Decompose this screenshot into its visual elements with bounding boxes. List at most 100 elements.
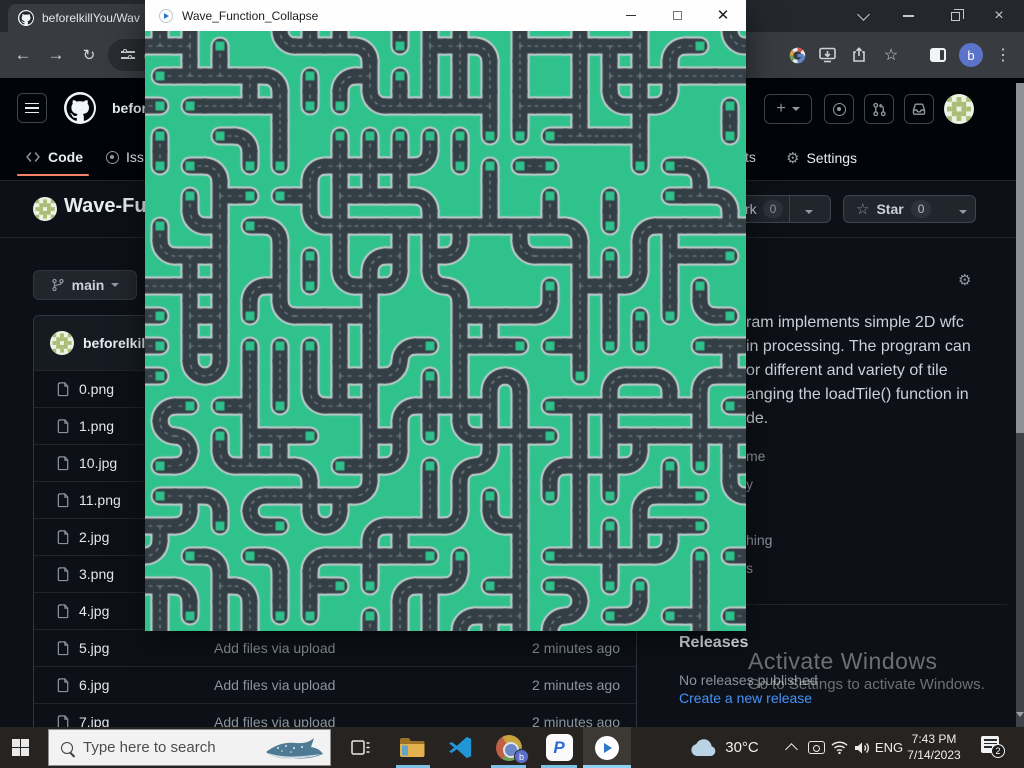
bookmark-star-button[interactable]: ☆ [876, 40, 906, 70]
file-icon [56, 529, 71, 545]
page-title[interactable]: Wave-Fu [64, 195, 147, 218]
file-name[interactable]: 2.jpg [79, 529, 109, 545]
scrollbar[interactable] [1016, 83, 1024, 727]
file-explorer-button[interactable] [393, 727, 431, 768]
avatar-initial: b [959, 43, 983, 67]
weather-temp[interactable]: 30°C [722, 727, 762, 768]
scrollbar-thumb[interactable] [1016, 83, 1024, 433]
wfc-maximize-button[interactable] [654, 0, 700, 31]
about-line: anging the loadTile() function in [746, 383, 1016, 407]
chrome-button[interactable]: b [490, 727, 528, 768]
about-meta-fragment: me [746, 448, 765, 464]
inbox-header-button[interactable] [904, 94, 934, 124]
table-row[interactable]: 5.jpgAdd files via upload2 minutes ago [34, 629, 636, 666]
branch-selector[interactable]: main [33, 270, 137, 300]
file-name[interactable]: 4.jpg [79, 603, 109, 619]
wfc-app-window[interactable]: Wave_Function_Collapse ✕ [145, 0, 746, 631]
profile-avatar[interactable]: b [956, 40, 986, 70]
browser-minimize-button[interactable] [890, 0, 926, 32]
commit-author[interactable]: beforelkill [83, 335, 149, 351]
taskbar-search[interactable]: Type here to search [48, 729, 331, 766]
reload-button[interactable]: ↻ [74, 41, 104, 69]
start-button[interactable] [12, 739, 29, 756]
commit-author-avatar[interactable] [50, 331, 74, 355]
tab-settings-label: Settings [806, 150, 857, 166]
repo-owner-avatar[interactable] [33, 197, 57, 221]
forward-button[interactable]: → [41, 41, 71, 69]
clock[interactable]: 7:43 PM 7/14/2023 [902, 731, 966, 763]
wfc-minimize-button[interactable] [608, 0, 654, 31]
create-new-button[interactable]: + [764, 94, 812, 124]
about-meta-fragment: y [746, 476, 753, 492]
file-name[interactable]: 6.jpg [79, 677, 109, 693]
back-button[interactable]: ← [8, 41, 38, 69]
weather-button[interactable] [686, 727, 720, 768]
clock-date: 7/14/2023 [902, 747, 966, 763]
vscode-button[interactable] [443, 727, 477, 768]
task-view-button[interactable] [345, 727, 375, 768]
github-favicon-icon [18, 10, 34, 26]
tray-expand-button[interactable] [780, 727, 802, 768]
about-line: in processing. The program can [746, 335, 1016, 359]
processing-button[interactable]: P [542, 727, 576, 768]
issue-icon [106, 151, 119, 164]
file-name[interactable]: 1.png [79, 418, 114, 434]
releases-heading[interactable]: Releases [679, 634, 748, 652]
google-profile-button[interactable] [782, 40, 812, 70]
notification-badge: 2 [991, 744, 1005, 758]
activate-windows-subtext: Go to Settings to activate Windows. [748, 676, 985, 693]
browser-menu-button[interactable]: ⋮ [988, 40, 1018, 70]
commit-message[interactable]: Add files via upload [214, 714, 335, 727]
file-name[interactable]: 3.png [79, 566, 114, 582]
hamburger-menu-button[interactable] [17, 93, 47, 123]
install-button[interactable] [812, 40, 842, 70]
commit-message[interactable]: Add files via upload [214, 640, 335, 656]
site-settings-icon[interactable] [121, 49, 135, 61]
file-name[interactable]: 10.jpg [79, 455, 117, 471]
cast-button[interactable] [804, 727, 828, 768]
commit-message[interactable]: Add files via upload [214, 677, 335, 693]
star-button[interactable]: ☆ Star 0 [843, 195, 976, 223]
table-row[interactable]: 7.jpgAdd files via upload2 minutes ago [34, 703, 636, 727]
install-icon [819, 47, 836, 63]
tab-settings[interactable]: ⚙ Settings [786, 149, 857, 167]
whale-shark-illustration[interactable] [264, 735, 326, 763]
file-icon [56, 677, 71, 693]
share-button[interactable] [844, 40, 874, 70]
speaker-icon [854, 741, 871, 755]
breadcrumb[interactable]: befor [112, 100, 147, 116]
maximize-icon [673, 11, 682, 20]
about-meta-fragment: s [746, 560, 753, 576]
tab-insights[interactable]: ts [745, 149, 756, 165]
sketch-play-icon [595, 736, 619, 760]
wfc-sketch-taskbar-button[interactable] [583, 727, 631, 768]
table-row[interactable]: 6.jpgAdd files via upload2 minutes ago [34, 666, 636, 703]
pull-requests-header-button[interactable] [864, 94, 894, 124]
file-name[interactable]: 7.jpg [79, 714, 109, 727]
task-view-icon [351, 739, 370, 756]
file-name[interactable]: 11.png [79, 492, 121, 508]
browser-close-button[interactable]: × [981, 0, 1017, 32]
fork-button-label: rk [745, 201, 757, 217]
tab-code[interactable]: Code [25, 149, 83, 165]
fork-button[interactable]: rk 0 [736, 195, 831, 223]
volume-button[interactable] [849, 727, 875, 768]
tab-search-chevron-button[interactable] [845, 0, 881, 32]
user-avatar[interactable] [944, 94, 974, 124]
file-name[interactable]: 5.jpg [79, 640, 109, 656]
file-name[interactable]: 0.png [79, 381, 114, 397]
chevron-down-icon [959, 210, 967, 214]
wifi-button[interactable] [827, 727, 851, 768]
tab-issues[interactable]: Iss [106, 149, 144, 165]
scrollbar-down-arrow[interactable] [1015, 712, 1024, 720]
side-panel-button[interactable] [923, 40, 953, 70]
tab-issues-label: Iss [126, 149, 144, 165]
about-gear-icon[interactable]: ⚙ [958, 271, 971, 289]
github-logo-icon[interactable] [64, 92, 96, 124]
issues-header-button[interactable] [824, 94, 854, 124]
wfc-title-bar[interactable]: Wave_Function_Collapse ✕ [145, 0, 746, 31]
browser-restore-button[interactable] [937, 0, 973, 32]
issue-icon [833, 103, 846, 116]
language-button[interactable]: ENG [874, 727, 904, 768]
wfc-close-button[interactable]: ✕ [700, 0, 746, 31]
